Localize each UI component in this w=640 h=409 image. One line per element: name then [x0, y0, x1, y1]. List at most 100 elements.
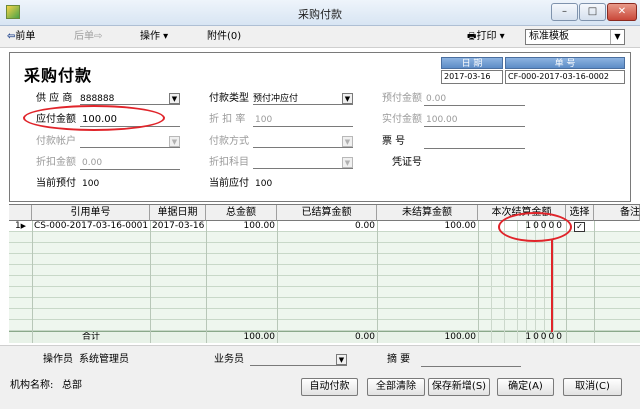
- summary-label: 摘 要: [387, 354, 411, 365]
- empty-row: [9, 287, 640, 298]
- attachment-button[interactable]: 附件(0): [207, 30, 241, 44]
- grid-line: [206, 221, 207, 343]
- window-title: 采购付款: [298, 8, 342, 21]
- print-button[interactable]: 🖶打印 ▾: [467, 30, 505, 44]
- summary-field[interactable]: [421, 366, 521, 367]
- grid-line: [504, 221, 505, 343]
- operator-value: 系统管理员: [79, 354, 129, 365]
- empty-row: [9, 298, 640, 309]
- order-no-label: 单 号: [505, 57, 625, 69]
- grid-line: [277, 221, 278, 343]
- auto-pay-button[interactable]: 自动付款: [301, 378, 358, 396]
- salesman-label: 业务员: [214, 354, 244, 365]
- pay-type-combo[interactable]: 预付冲应付 ▼: [253, 93, 353, 105]
- empty-row: [9, 309, 640, 320]
- row-number: 1▶: [14, 221, 27, 231]
- discount-amount-value: 0.00: [82, 158, 103, 168]
- date-label: 日 期: [441, 57, 503, 69]
- col-header-remark[interactable]: 备注: [594, 205, 640, 221]
- maximize-button[interactable]: □: [579, 3, 606, 21]
- total-unsettled: 100.00: [444, 332, 477, 342]
- next-record-button[interactable]: 后单⇨: [74, 30, 102, 44]
- dropdown-arrow-icon: ▼: [336, 354, 347, 365]
- caret-down-icon: ▾: [496, 31, 505, 42]
- operate-menu[interactable]: 操作 ▾: [140, 30, 168, 44]
- cancel-button[interactable]: 取消(C): [563, 378, 622, 396]
- actual-amount-underline: [424, 126, 525, 127]
- supplier-label: 供 应 商: [36, 93, 73, 104]
- col-header-date[interactable]: 单据日期: [150, 205, 206, 221]
- form-title: 采购付款: [24, 66, 93, 85]
- dropdown-arrow-icon: ▼: [342, 157, 353, 168]
- cell-date[interactable]: 2017-03-16: [150, 221, 206, 232]
- clear-all-button[interactable]: 全部清除: [367, 378, 425, 396]
- total-this-settle: 10000: [525, 332, 564, 342]
- actual-amount-label: 实付金额: [382, 114, 422, 125]
- empty-row: [9, 320, 640, 331]
- voucher-label: 凭证号: [392, 157, 422, 168]
- template-select[interactable]: 标准模板 ▼: [525, 29, 625, 45]
- ok-button[interactable]: 确定(A): [497, 378, 554, 396]
- total-label: 合计: [81, 332, 100, 342]
- prepay-amount-underline: [424, 105, 525, 106]
- discount-amount-underline: [80, 169, 180, 170]
- arrow-right-icon: ⇨: [94, 31, 103, 42]
- date-field[interactable]: 2017-03-16: [441, 70, 503, 84]
- current-payable-label: 当前应付: [209, 178, 249, 189]
- dropdown-arrow-icon: ▼: [342, 136, 353, 147]
- close-button[interactable]: ✕: [607, 3, 637, 21]
- grid-line: [594, 221, 595, 343]
- grid-line: [32, 221, 33, 343]
- discount-rate-label: 折 扣 率: [209, 114, 246, 125]
- minimize-button[interactable]: –: [551, 3, 578, 21]
- prev-record-button[interactable]: ⇦前单: [7, 30, 35, 44]
- row-select-checkbox[interactable]: ✓: [574, 222, 585, 232]
- col-header-unsettled[interactable]: 未结算金额: [377, 205, 478, 221]
- prepay-amount-label: 预付金额: [382, 93, 422, 104]
- row-pointer-icon: ▶: [20, 222, 27, 230]
- current-payable-value: 100: [255, 179, 273, 189]
- order-no-field: CF-000-2017-03-16-0002: [505, 70, 625, 84]
- grid-line: [566, 221, 567, 343]
- cell-total[interactable]: 100.00: [206, 221, 277, 232]
- cell-unsettled[interactable]: 100.00: [377, 221, 478, 232]
- pay-method-label: 付款方式: [209, 136, 249, 147]
- prepay-amount-value: 0.00: [426, 94, 447, 104]
- discount-subject-combo[interactable]: ▼: [253, 157, 353, 169]
- supplier-value: 888888: [80, 94, 115, 104]
- chevron-down-icon: ▼: [610, 30, 624, 44]
- col-header-total[interactable]: 总金额: [206, 205, 277, 221]
- save-new-button[interactable]: 保存新增(S): [428, 378, 490, 396]
- invoice-label: 票 号: [382, 136, 406, 147]
- account-combo[interactable]: ▼: [80, 136, 180, 148]
- dropdown-arrow-icon: ▼: [169, 93, 180, 104]
- supplier-combo[interactable]: 888888 ▼: [80, 93, 180, 105]
- discount-rate-underline: [253, 126, 353, 127]
- col-header-settled[interactable]: 已结算金额: [277, 205, 377, 221]
- cell-ref-no[interactable]: CS-000-2017-03-16-0001: [32, 221, 150, 232]
- grid-line: [478, 221, 479, 343]
- discount-amount-label: 折扣金额: [36, 157, 76, 168]
- pay-type-value: 预付冲应付: [253, 94, 299, 104]
- empty-row: [9, 265, 640, 276]
- operator-label: 操作员: [43, 354, 73, 365]
- cell-settled[interactable]: 0.00: [277, 221, 377, 232]
- col-header-select[interactable]: 选择: [566, 205, 594, 221]
- caret-down-icon: ▾: [160, 31, 169, 42]
- org-value: 总部: [62, 380, 82, 391]
- org-label: 机构名称:: [10, 380, 54, 391]
- empty-row: [9, 243, 640, 254]
- invoice-field[interactable]: [424, 148, 525, 149]
- annotation-line: [551, 240, 553, 332]
- dropdown-arrow-icon: ▼: [342, 93, 353, 104]
- salesman-combo[interactable]: ▼: [250, 354, 347, 366]
- dropdown-arrow-icon: ▼: [169, 136, 180, 147]
- grid-corner: [9, 205, 32, 221]
- pay-method-combo[interactable]: ▼: [253, 136, 353, 148]
- total-settled: 0.00: [354, 332, 375, 342]
- col-header-ref-no[interactable]: 引用单号: [32, 205, 150, 221]
- actual-amount-value: 100.00: [426, 115, 458, 125]
- discount-subject-label: 折扣科目: [209, 157, 249, 168]
- pay-type-label: 付款类型: [209, 93, 249, 104]
- discount-rate-value: 100: [255, 115, 273, 125]
